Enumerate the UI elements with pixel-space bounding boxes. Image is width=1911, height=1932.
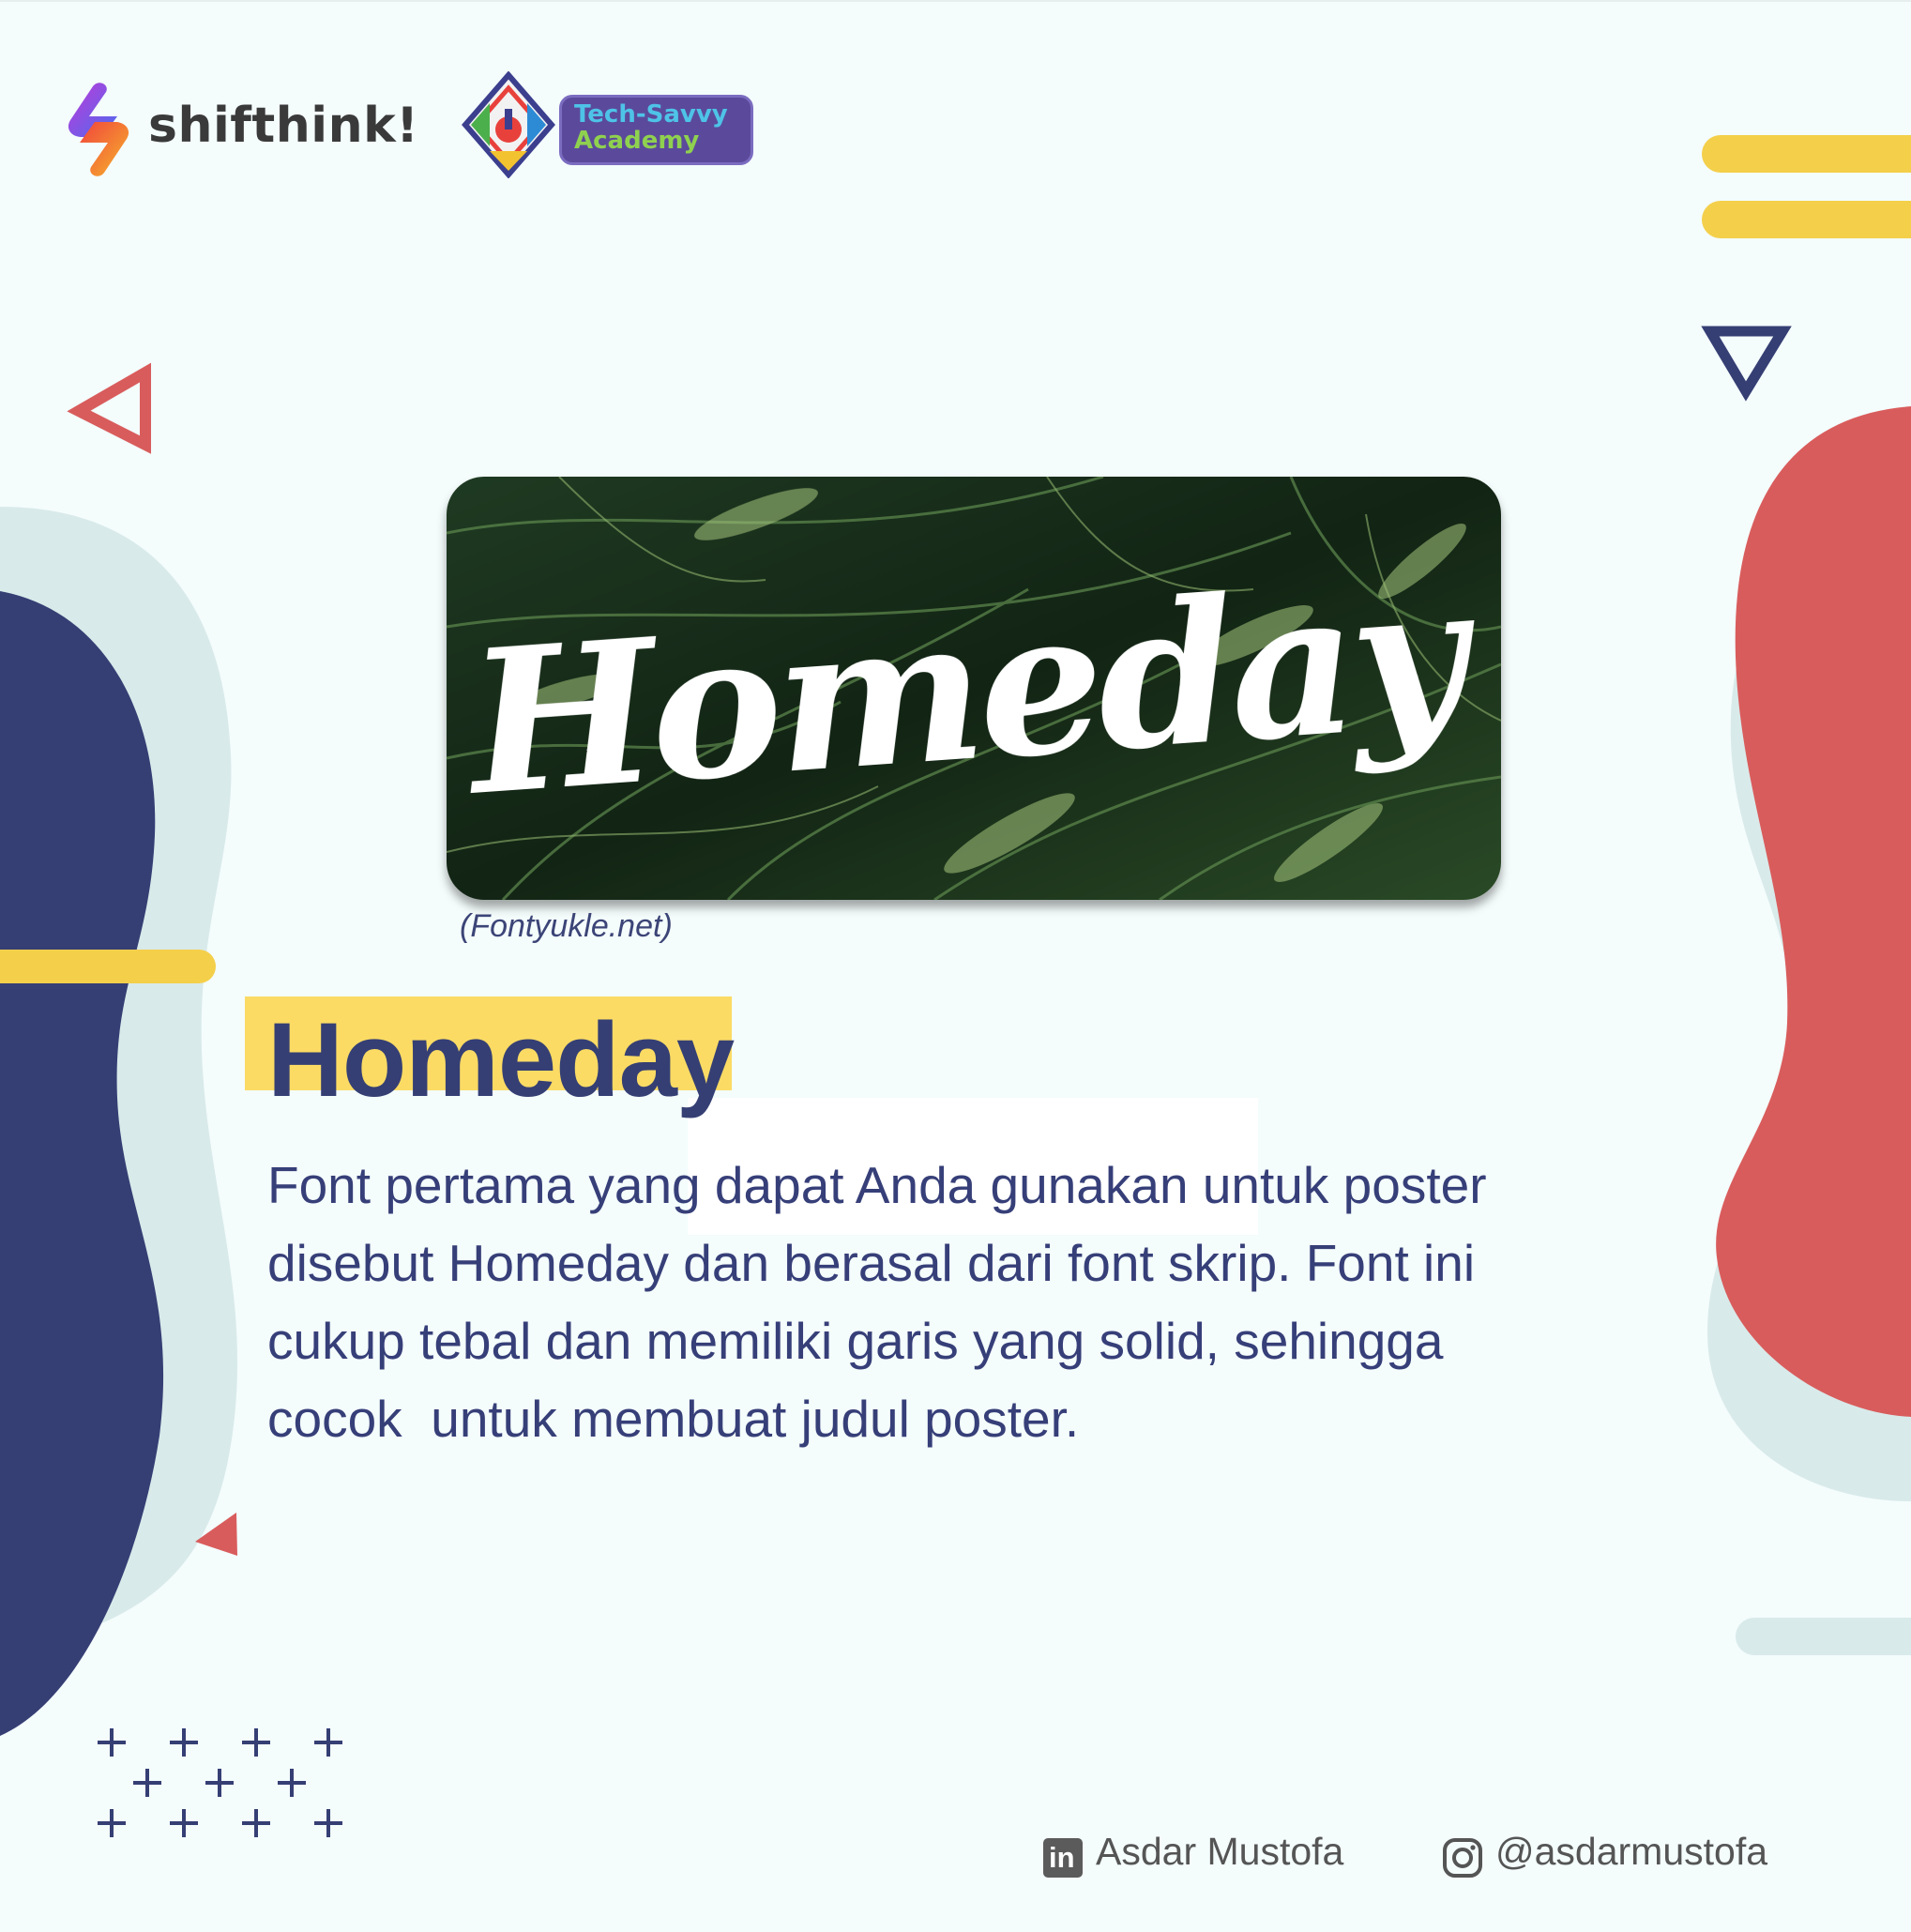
background-decorations	[0, 0, 1911, 1736]
instagram-icon[interactable]	[1442, 1837, 1483, 1879]
description-line-3: cukup tebal dan memiliki garis yang soli…	[267, 1312, 1444, 1370]
instagram-handle[interactable]: @asdarmustofa	[1495, 1830, 1767, 1874]
linkedin-name[interactable]: Asdar Mustofa	[1096, 1830, 1343, 1874]
wheat-background: Homeday	[447, 477, 1501, 900]
right-red-blob	[1716, 406, 1911, 1417]
left-yellow-bar	[0, 950, 216, 983]
poster-canvas: shifthink! Tech-Savvy Academy Homeday (F…	[0, 0, 1911, 1932]
description-line-1: Font pertama yang dapat Anda gunakan unt…	[267, 1156, 1487, 1214]
red-triangle-outline-top-left	[67, 362, 151, 454]
description-line-2: disebut Homeday dan berasal dari font sk…	[267, 1234, 1476, 1292]
image-source-caption: (Fontyukle.net)	[460, 908, 673, 944]
navy-triangle-outline-top-right	[1701, 326, 1792, 402]
page-title: Homeday	[267, 1001, 735, 1118]
right-mint-bar	[1736, 1618, 1911, 1655]
tech-savvy-emblem-icon	[462, 71, 555, 178]
plus-pattern	[98, 1728, 342, 1837]
hero-font-sample-image: Homeday	[447, 477, 1501, 900]
right-yellow-bar-bottom	[1702, 201, 1911, 238]
tech-savvy-line2: Academy	[574, 127, 700, 155]
linkedin-icon[interactable]: in	[1043, 1838, 1083, 1878]
shifthink-logo-icon[interactable]	[61, 83, 136, 176]
description-paragraph: Font pertama yang dapat Anda gunakan unt…	[267, 1147, 1712, 1458]
description-line-4: cocok untuk membuat judul poster.	[267, 1390, 1080, 1448]
brand-name: shifthink!	[148, 98, 419, 154]
tech-savvy-line1: Tech-Savvy	[574, 100, 728, 129]
right-yellow-bar-top	[1702, 135, 1911, 173]
